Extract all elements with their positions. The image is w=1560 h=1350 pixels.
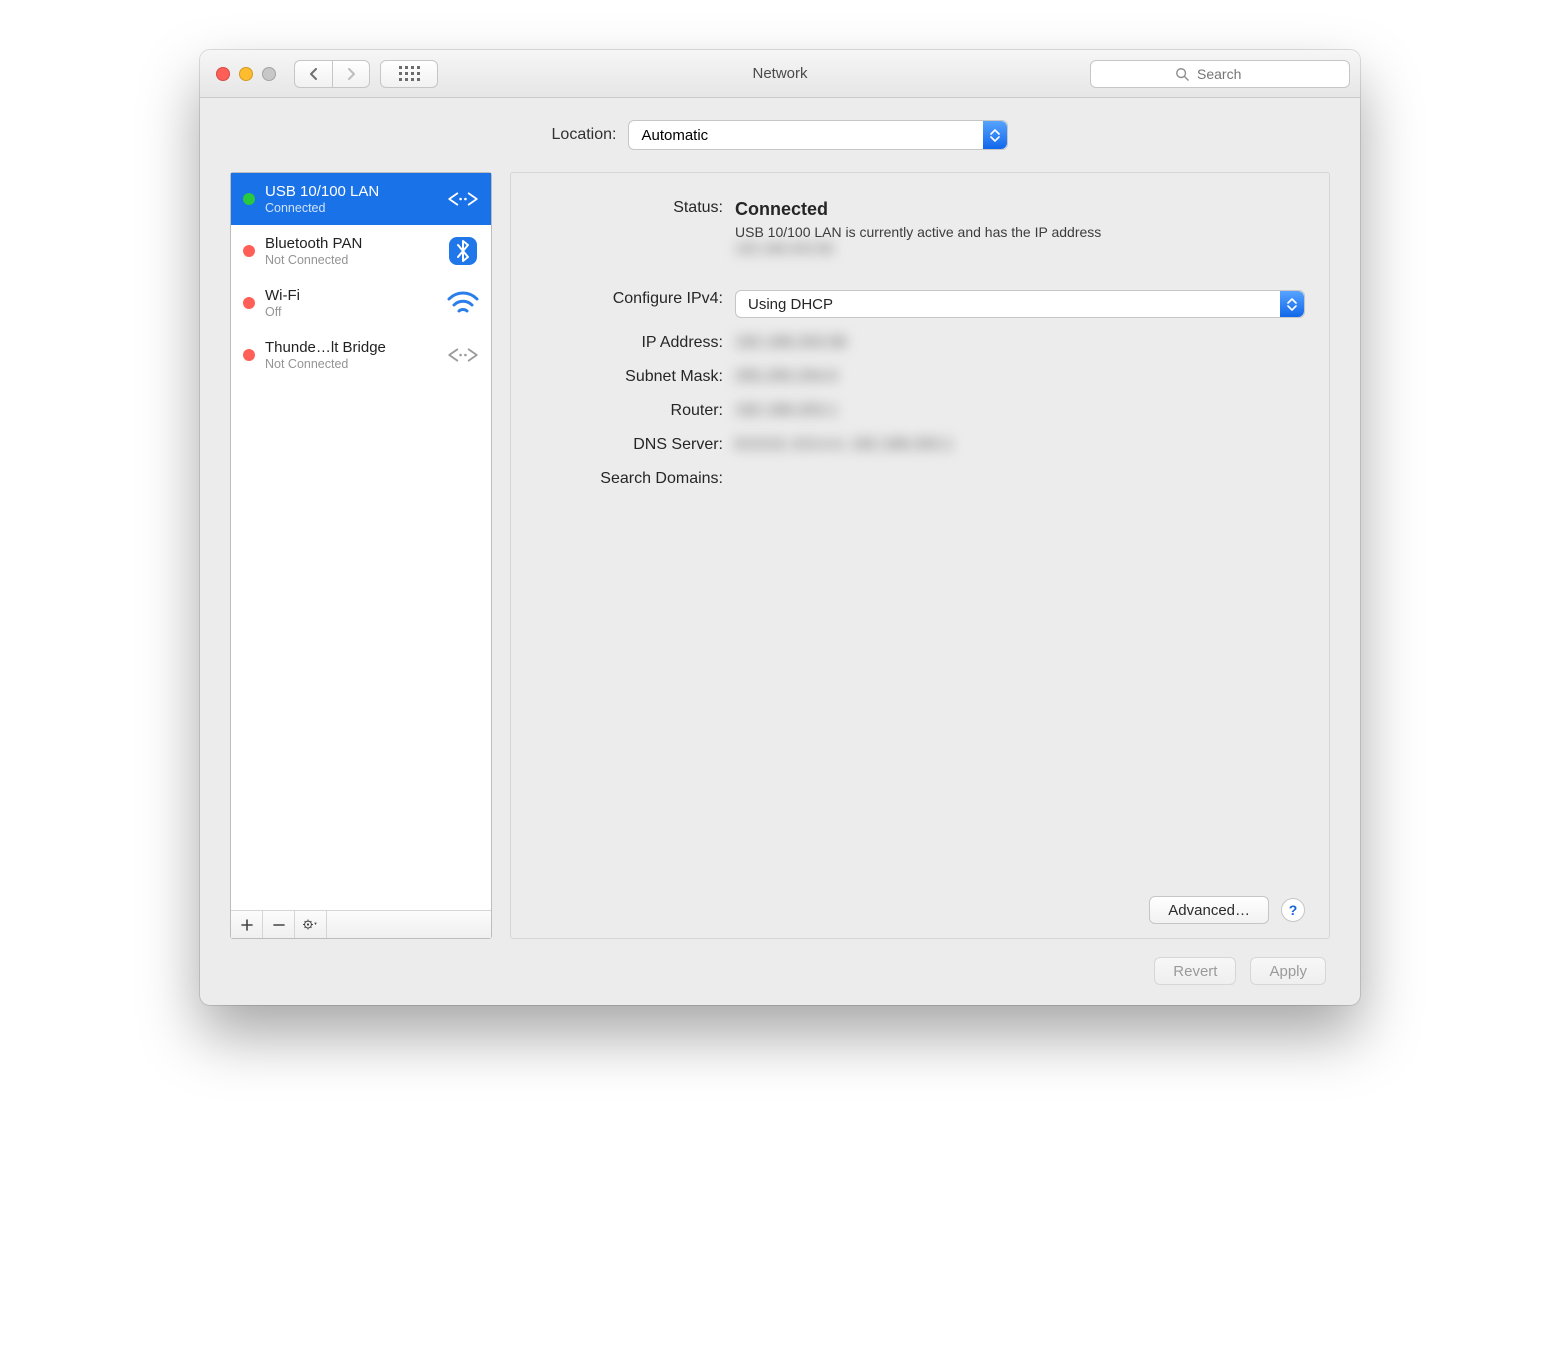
service-status: Connected	[265, 201, 435, 215]
location-row: Location: Automatic	[230, 120, 1330, 150]
bluetooth-icon	[445, 233, 481, 269]
apply-button[interactable]: Apply	[1250, 957, 1326, 985]
plus-icon	[241, 919, 253, 931]
services-toolbar	[231, 910, 491, 938]
status-dot-connected	[243, 193, 255, 205]
service-item-thunderbolt-bridge[interactable]: Thunde…lt Bridge Not Connected	[231, 329, 491, 381]
service-status: Not Connected	[265, 253, 435, 267]
service-name: Thunde…lt Bridge	[265, 339, 435, 356]
search-field[interactable]	[1090, 60, 1350, 88]
services-sidebar: USB 10/100 LAN Connected Bluetooth PAN	[230, 172, 492, 939]
status-dot-disconnected	[243, 297, 255, 309]
service-name: Bluetooth PAN	[265, 235, 435, 252]
back-button[interactable]	[294, 60, 332, 88]
service-actions-button[interactable]	[295, 911, 327, 938]
service-item-bluetooth-pan[interactable]: Bluetooth PAN Not Connected	[231, 225, 491, 277]
titlebar: Network	[200, 50, 1360, 98]
router-value: 192.168.203.1	[735, 402, 837, 419]
search-input[interactable]	[1195, 65, 1265, 83]
forward-button[interactable]	[332, 60, 370, 88]
services-list: USB 10/100 LAN Connected Bluetooth PAN	[231, 173, 491, 910]
status-value: Connected	[735, 199, 1305, 220]
dns-server-value: 8.8.8.8, 8.8.4.4, 192.168.203.1	[735, 436, 953, 453]
advanced-button[interactable]: Advanced…	[1149, 896, 1269, 924]
service-item-wifi[interactable]: Wi-Fi Off	[231, 277, 491, 329]
service-item-usb-lan[interactable]: USB 10/100 LAN Connected	[231, 173, 491, 225]
chevron-updown-icon	[983, 121, 1007, 149]
revert-button[interactable]: Revert	[1154, 957, 1236, 985]
minus-icon	[273, 919, 285, 931]
status-dot-disconnected	[243, 245, 255, 257]
location-value: Automatic	[641, 127, 708, 144]
configure-ipv4-dropdown[interactable]: Using DHCP	[735, 290, 1305, 318]
status-dot-disconnected	[243, 349, 255, 361]
chevron-left-icon	[309, 68, 319, 80]
ethernet-icon	[445, 337, 481, 373]
service-name: Wi-Fi	[265, 287, 435, 304]
router-label: Router:	[535, 398, 735, 420]
status-label: Status:	[535, 195, 735, 217]
chevron-updown-icon	[1280, 291, 1304, 317]
close-window-button[interactable]	[216, 67, 230, 81]
ip-address-label: IP Address:	[535, 330, 735, 352]
show-all-button[interactable]	[380, 60, 438, 88]
search-icon	[1175, 67, 1189, 81]
service-status: Off	[265, 305, 435, 319]
location-label: Location:	[552, 126, 617, 144]
subnet-mask-label: Subnet Mask:	[535, 364, 735, 386]
location-dropdown[interactable]: Automatic	[628, 120, 1008, 150]
footer-buttons: Revert Apply	[230, 939, 1330, 985]
minimize-window-button[interactable]	[239, 67, 253, 81]
grid-icon	[399, 66, 420, 81]
subnet-mask-value: 255.255.254.0	[735, 368, 837, 385]
remove-service-button[interactable]	[263, 911, 295, 938]
details-panel: Status: Connected USB 10/100 LAN is curr…	[510, 172, 1330, 939]
ethernet-icon	[445, 181, 481, 217]
ip-address-value: 192.168.203.58	[735, 334, 846, 351]
add-service-button[interactable]	[231, 911, 263, 938]
service-name: USB 10/100 LAN	[265, 183, 435, 200]
service-status: Not Connected	[265, 357, 435, 371]
wifi-icon	[445, 285, 481, 321]
window-controls	[210, 67, 276, 81]
search-domains-label: Search Domains:	[535, 466, 735, 488]
zoom-window-button[interactable]	[262, 67, 276, 81]
help-button[interactable]: ?	[1281, 898, 1305, 922]
content-area: Location: Automatic	[200, 98, 1360, 1005]
status-description: USB 10/100 LAN is currently active and h…	[735, 224, 1115, 256]
dns-server-label: DNS Server:	[535, 432, 735, 454]
chevron-right-icon	[346, 68, 356, 80]
configure-ipv4-value: Using DHCP	[748, 296, 833, 313]
configure-ipv4-label: Configure IPv4:	[535, 286, 735, 308]
gear-icon	[303, 917, 318, 932]
network-preferences-window: Network Location: Automatic	[200, 50, 1360, 1005]
nav-back-forward	[294, 60, 370, 88]
